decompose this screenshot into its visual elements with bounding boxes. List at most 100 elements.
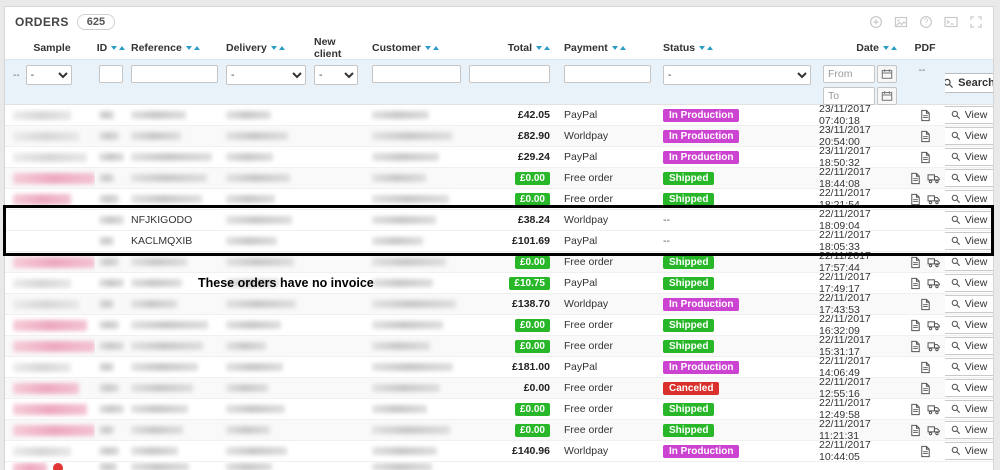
order-payment: Free order [564, 193, 614, 205]
sql-icon[interactable] [944, 15, 958, 29]
delivery-blur [226, 447, 287, 455]
order-row[interactable]: KACLMQXIB £101.69 PayPal -- 22/11/2017 1… [5, 231, 993, 252]
invoice-pdf-button[interactable] [918, 382, 933, 395]
delivery-slip-button[interactable] [926, 257, 942, 268]
expand-icon[interactable] [969, 15, 983, 29]
help-icon[interactable]: ? [919, 15, 933, 29]
order-row[interactable]: £10.75 PayPal Shipped 22/11/2017 17:49:1… [5, 273, 993, 294]
order-id-blur [99, 174, 114, 182]
delivery-slip-button[interactable] [926, 173, 942, 184]
delivery-blur [226, 279, 279, 287]
invoice-pdf-button[interactable] [918, 109, 933, 122]
order-row[interactable]: £29.24 PayPal In Production 23/11/2017 1… [5, 147, 993, 168]
date-to-calendar-button[interactable] [877, 87, 897, 105]
partial-row[interactable] [5, 462, 993, 470]
view-button[interactable]: View [945, 211, 993, 229]
view-button[interactable]: View [945, 379, 993, 397]
order-row[interactable]: £181.00 PayPal In Production 22/11/2017 … [5, 357, 993, 378]
payment-filter-input[interactable] [564, 65, 651, 83]
sample-thumbnail-blur [13, 193, 71, 205]
column-header-reference[interactable]: Reference [127, 37, 222, 59]
view-button[interactable]: View [945, 190, 993, 208]
delivery-slip-button[interactable] [926, 278, 942, 289]
invoice-pdf-button[interactable] [918, 298, 933, 311]
view-button[interactable]: View [945, 148, 993, 166]
column-header-customer[interactable]: Customer [368, 37, 465, 59]
delivery-filter-select[interactable]: - [226, 65, 306, 85]
view-button[interactable]: View [945, 337, 993, 355]
invoice-pdf-button[interactable] [908, 403, 923, 416]
column-header-total[interactable]: Total [465, 37, 560, 59]
invoice-pdf-button[interactable] [908, 424, 923, 437]
invoice-pdf-button[interactable] [908, 193, 923, 206]
view-button[interactable]: View [945, 295, 993, 313]
invoice-pdf-button[interactable] [908, 277, 923, 290]
magnifier-icon [951, 131, 960, 141]
delivery-slip-button[interactable] [926, 425, 942, 436]
column-header-delivery[interactable]: Delivery [222, 37, 310, 59]
view-button[interactable]: View [945, 127, 993, 145]
invoice-pdf-button[interactable] [918, 445, 933, 458]
view-button[interactable]: View [945, 358, 993, 376]
view-button[interactable]: View [945, 253, 993, 271]
delivery-slip-button[interactable] [926, 194, 942, 205]
order-row[interactable]: £0.00 Free order Shipped 22/11/2017 17:5… [5, 252, 993, 273]
column-header-status[interactable]: Status [655, 37, 815, 59]
date-to-input[interactable] [823, 87, 875, 105]
view-button[interactable]: View [945, 106, 993, 124]
date-from-input[interactable] [823, 65, 875, 83]
sample-filter-select[interactable]: - [25, 65, 72, 85]
order-row[interactable]: £0.00 Free order Shipped 22/11/2017 18:2… [5, 189, 993, 210]
order-payment: Worldpay [564, 130, 609, 142]
id-filter-input[interactable] [99, 65, 123, 83]
filter-row: -- - - - - From To -- Search [5, 59, 993, 105]
customer-filter-input[interactable] [372, 65, 461, 83]
delivery-slip-button[interactable] [926, 404, 942, 415]
order-payment: Free order [564, 382, 614, 394]
order-row[interactable]: £0.00 Free order Shipped 22/11/2017 15:3… [5, 336, 993, 357]
invoice-pdf-icon [911, 403, 920, 415]
status-filter-select[interactable]: - [663, 65, 811, 85]
order-row[interactable]: £0.00 Free order Canceled 22/11/2017 12:… [5, 378, 993, 399]
customer-blur [372, 132, 452, 140]
view-button[interactable]: View [945, 442, 993, 460]
order-status: -- [663, 214, 670, 226]
invoice-pdf-button[interactable] [918, 130, 933, 143]
order-row[interactable]: NFJKIGODO £38.24 Worldpay -- 22/11/2017 … [5, 210, 993, 231]
invoice-pdf-button[interactable] [908, 319, 923, 332]
invoice-pdf-button[interactable] [908, 256, 923, 269]
sort-icons [611, 46, 626, 50]
column-header-id[interactable]: ID [95, 37, 127, 59]
column-header-date[interactable]: Date [815, 37, 905, 59]
view-button[interactable]: View [945, 400, 993, 418]
total-filter-input[interactable] [469, 65, 550, 83]
order-row[interactable]: £0.00 Free order Shipped 22/11/2017 18:4… [5, 168, 993, 189]
invoice-pdf-button[interactable] [918, 361, 933, 374]
view-button[interactable]: View [945, 316, 993, 334]
invoice-pdf-button[interactable] [918, 151, 933, 164]
reference-filter-input[interactable] [131, 65, 218, 83]
invoice-pdf-button[interactable] [908, 340, 923, 353]
view-button[interactable]: View [945, 274, 993, 292]
order-row[interactable]: £0.00 Free order Shipped 22/11/2017 12:4… [5, 399, 993, 420]
calendar-icon [881, 69, 893, 79]
date-from-calendar-button[interactable] [877, 65, 897, 83]
add-icon[interactable] [869, 15, 883, 29]
view-button[interactable]: View [945, 232, 993, 250]
search-button[interactable]: Search [945, 73, 993, 93]
order-id-blur [99, 216, 124, 224]
view-button[interactable]: View [945, 421, 993, 439]
order-row[interactable]: £138.70 Worldpay In Production 22/11/201… [5, 294, 993, 315]
order-row[interactable]: £82.90 Worldpay In Production 23/11/2017… [5, 126, 993, 147]
new-client-filter-select[interactable]: - [314, 65, 358, 85]
order-row[interactable]: £140.96 Worldpay In Production 22/11/201… [5, 441, 993, 462]
invoice-pdf-button[interactable] [908, 172, 923, 185]
delivery-slip-button[interactable] [926, 341, 942, 352]
column-header-payment[interactable]: Payment [560, 37, 655, 59]
export-image-icon[interactable] [894, 15, 908, 29]
view-button[interactable]: View [945, 169, 993, 187]
order-row[interactable]: £0.00 Free order Shipped 22/11/2017 16:3… [5, 315, 993, 336]
delivery-slip-button[interactable] [926, 320, 942, 331]
order-row[interactable]: £42.05 PayPal In Production 23/11/2017 0… [5, 105, 993, 126]
order-row[interactable]: £0.00 Free order Shipped 22/11/2017 11:2… [5, 420, 993, 441]
